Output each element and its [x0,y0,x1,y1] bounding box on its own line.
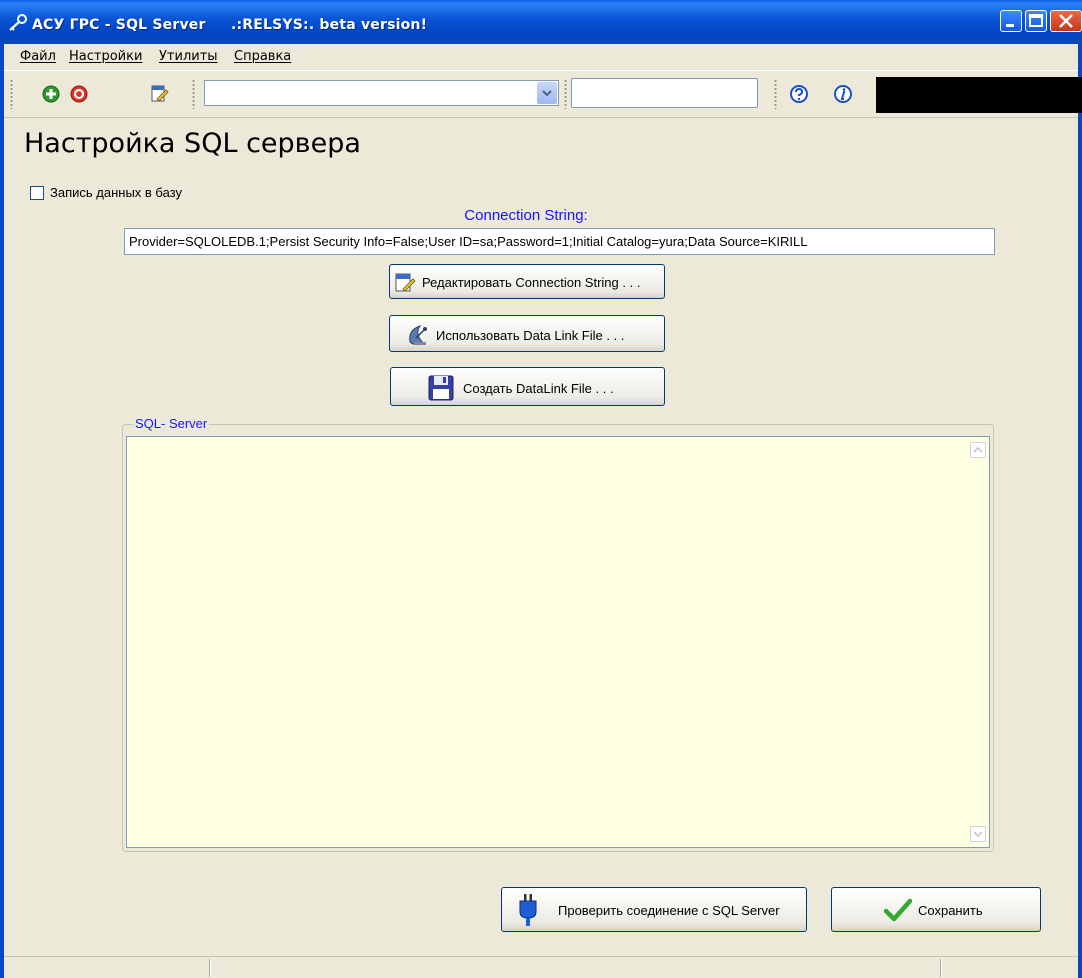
save-button[interactable]: Сохранить [831,887,1041,932]
toolbar [4,70,1082,118]
scroll-down-button[interactable] [970,826,986,842]
floppy-disk-icon [427,374,455,405]
sql-server-log-memo[interactable] [126,436,990,848]
info-icon[interactable] [832,83,854,105]
sql-server-group-title: SQL- Server [133,416,210,431]
menu-bar: Файл Настройки Утилиты Справка [4,44,1078,70]
create-data-link-file-label: Создать DataLink File . . . [463,381,614,396]
chevron-down-icon [973,831,983,838]
toolbar-grip[interactable] [10,79,13,109]
key-icon [8,14,28,32]
use-data-link-file-label: Использовать Data Link File . . . [436,328,625,343]
title-bar[interactable]: АСУ ГРС - SQL Server .:RELSYS:. beta ver… [0,0,1082,44]
menu-utilities[interactable]: Утилиты [159,49,218,64]
toolbar-grip[interactable] [564,79,567,109]
scroll-up-button[interactable] [970,442,986,458]
status-separator [209,959,210,977]
chevron-down-icon [542,90,552,97]
menu-file[interactable]: Файл [20,49,56,64]
window-frame-left [0,44,4,978]
app-window: АСУ ГРС - SQL Server .:RELSYS:. beta ver… [0,0,1082,978]
memo-vertical-scrollbar[interactable] [968,438,988,846]
edit-connection-string-button[interactable]: Редактировать Connection String . . . [389,264,665,299]
connection-string-label: Connection String: [464,207,588,224]
checkmark-icon [883,897,913,926]
page-title: Настройка SQL сервера [24,128,361,159]
write-to-db-checkbox-label[interactable]: Запись данных в базу [50,185,182,200]
window-title: АСУ ГРС - SQL Server .:RELSYS:. beta ver… [32,17,428,33]
plug-icon [516,894,540,929]
toolbar-grip[interactable] [774,79,777,109]
help-icon[interactable] [788,83,810,105]
edit-document-icon [393,271,417,298]
edit-document-icon[interactable] [148,83,170,105]
combo-dropdown-button[interactable] [537,82,557,104]
menu-settings[interactable]: Настройки [69,49,142,64]
create-data-link-file-button[interactable]: Создать DataLink File . . . [390,367,665,406]
close-button[interactable] [1050,10,1082,32]
chevron-up-icon [973,446,983,453]
stop-icon[interactable] [68,83,90,105]
maximize-button[interactable] [1025,10,1047,32]
write-to-db-checkbox[interactable] [30,186,44,200]
save-label: Сохранить [918,903,983,918]
status-separator [940,959,941,977]
connection-string-field[interactable]: Provider=SQLOLEDB.1;Persist Security Inf… [124,228,995,255]
window-frame-right [1078,44,1082,978]
toolbar-indicator-panel [876,77,1082,113]
use-data-link-file-button[interactable]: Использовать Data Link File . . . [389,315,665,352]
menu-help[interactable]: Справка [234,49,291,64]
toolbar-grip[interactable] [192,79,195,109]
status-bar [4,956,1078,978]
edit-connection-string-label: Редактировать Connection String . . . [422,275,641,290]
toolbar-search-input[interactable] [571,78,758,108]
satellite-dish-icon [406,322,432,351]
minimize-button[interactable] [1000,10,1022,32]
add-icon[interactable] [40,83,62,105]
toolbar-combo[interactable] [204,80,559,106]
test-connection-label: Проверить соединение с SQL Server [558,903,780,918]
test-connection-button[interactable]: Проверить соединение с SQL Server [501,887,807,932]
